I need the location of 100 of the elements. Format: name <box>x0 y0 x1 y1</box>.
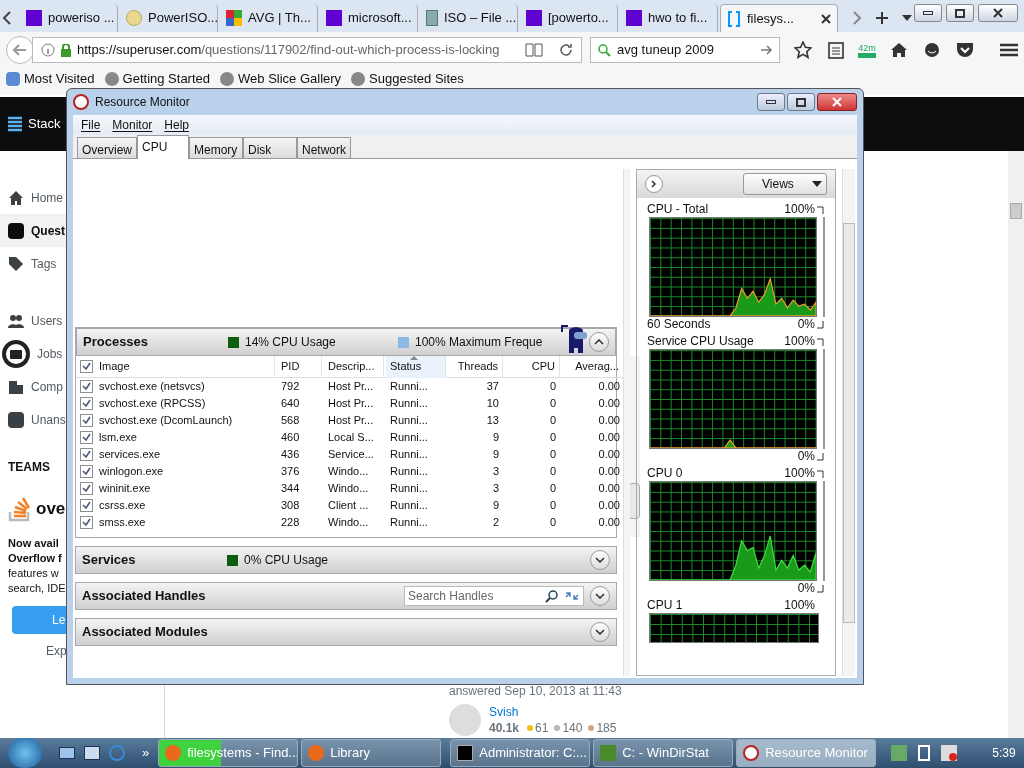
sidebar-link[interactable]: Users <box>0 304 64 337</box>
taskbar-button[interactable]: C: - WinDirStat <box>593 739 734 767</box>
home-icon[interactable] <box>890 42 908 58</box>
section-header[interactable]: Associated Handles Search Handles <box>75 582 617 610</box>
checkbox[interactable] <box>80 465 93 478</box>
taskbar-button[interactable]: Library <box>301 739 442 767</box>
tab[interactable]: Network <box>297 137 352 158</box>
sidebar-link[interactable]: Jobs <box>0 337 64 370</box>
user-link[interactable]: Svish <box>489 704 519 720</box>
plus-icon[interactable] <box>876 12 888 24</box>
close-button[interactable] <box>978 4 1018 22</box>
scroll-left-icon[interactable] <box>2 11 12 25</box>
bookmark-link[interactable]: Web Slice Gallery <box>238 71 342 86</box>
table-cell-text: 0 <box>548 396 557 412</box>
globe-icon <box>220 71 235 86</box>
table-cell-text: Runni... <box>389 447 429 463</box>
sidebar-link[interactable]: Quest <box>0 214 66 247</box>
tab[interactable]: Overview <box>77 137 137 158</box>
taskbar-button[interactable]: Administrator: C:... <box>450 739 591 767</box>
smiley-icon[interactable] <box>924 42 940 58</box>
browser-tab[interactable]: filesys... <box>720 4 838 32</box>
building-icon <box>8 378 24 395</box>
desktop-icon[interactable] <box>59 747 75 759</box>
maximize-button[interactable] <box>787 93 815 111</box>
menu-item[interactable]: Monitor <box>112 116 153 134</box>
menu-icon[interactable] <box>1000 43 1018 57</box>
table-cell-text: svchost.exe (RPCSS) <box>98 396 207 412</box>
clipboard-icon[interactable] <box>828 41 844 59</box>
taskbar-button[interactable]: filesystems - Find... <box>158 739 299 767</box>
close-icon <box>993 8 1003 18</box>
sidebar-link[interactable]: Comp <box>0 370 64 403</box>
bookmark-link[interactable]: Suggested Sites <box>369 71 464 86</box>
table-cell-text: 3 <box>491 481 500 497</box>
checkbox[interactable] <box>80 397 93 410</box>
checkbox[interactable] <box>80 516 93 529</box>
tab[interactable]: Disk <box>243 137 297 158</box>
section-header[interactable]: Processes 14% CPU Usage 100% Maximum Freque <box>76 328 616 356</box>
column-header[interactable]: Status <box>386 355 446 378</box>
answer-date: answered Sep 10, 2013 at 11:43 <box>449 683 622 700</box>
column-header[interactable]: Image <box>95 355 275 378</box>
minimize-button[interactable] <box>914 4 942 22</box>
avatar <box>449 704 481 736</box>
reader-icon[interactable] <box>525 43 543 57</box>
close-button[interactable] <box>817 93 857 111</box>
expand-button[interactable] <box>590 622 610 642</box>
star-icon[interactable] <box>794 41 812 59</box>
search-field[interactable]: Search Handles <box>404 586 584 606</box>
bracket-icon <box>727 10 741 27</box>
collapse-button[interactable] <box>589 332 609 352</box>
table-cell-text: 228 <box>280 515 301 531</box>
table-cell-text: 0 <box>548 430 557 446</box>
menu-item[interactable]: Help <box>164 116 190 134</box>
back-button[interactable] <box>6 36 34 64</box>
menu-item[interactable]: File <box>81 116 101 134</box>
table-cell-text: 0.00 <box>597 515 621 531</box>
caret-icon[interactable] <box>902 15 912 21</box>
scroll-right-icon[interactable] <box>852 11 862 25</box>
views-button[interactable]: Views <box>743 173 827 195</box>
sidebar-link[interactable]: Tags <box>0 247 58 280</box>
briefcase-icon <box>2 339 30 368</box>
tab[interactable]: Memory <box>189 137 243 158</box>
expand-button[interactable] <box>645 175 663 193</box>
minimize-button[interactable] <box>757 93 785 111</box>
table-cell-text: 308 <box>280 498 301 514</box>
address-field[interactable]: https://superuser.com/questions/117902/find-out-which-process-is-locking <box>32 37 582 63</box>
checkbox[interactable] <box>80 380 93 393</box>
expand-button[interactable] <box>590 550 610 570</box>
bookmark-link[interactable]: Getting Started <box>122 71 211 86</box>
checkbox[interactable] <box>80 431 93 444</box>
checkbox[interactable] <box>80 499 93 512</box>
expand-button[interactable] <box>590 586 610 606</box>
bookmark-link[interactable]: Most Visited <box>24 71 95 86</box>
column-header[interactable]: Threads <box>448 355 503 378</box>
section-header[interactable]: Services 0% CPU Usage <box>75 546 617 574</box>
sidebar-link[interactable]: Unans <box>0 403 67 436</box>
tab[interactable]: CPU <box>137 135 189 159</box>
more-icon[interactable]: » <box>142 743 150 763</box>
restore-button[interactable] <box>946 4 974 22</box>
badge-count: 185 <box>596 720 617 736</box>
promo-link[interactable]: Exp <box>46 642 67 660</box>
refresh-icon[interactable] <box>563 589 581 603</box>
chart-title: Service CPU Usage <box>647 334 754 349</box>
start-button[interactable] <box>8 738 42 768</box>
pocket-icon[interactable] <box>956 42 974 58</box>
column-header[interactable]: PID <box>277 355 322 378</box>
table-cell-text: 460 <box>280 430 301 446</box>
checkbox[interactable] <box>80 360 93 373</box>
checkbox[interactable] <box>80 482 93 495</box>
section-header[interactable]: Associated Modules <box>75 618 617 646</box>
arrow-icon[interactable] <box>761 45 773 55</box>
power-icon <box>918 745 931 761</box>
checkbox[interactable] <box>80 448 93 461</box>
search-field[interactable]: avg tuneup 2009 <box>590 37 780 63</box>
reload-icon[interactable] <box>559 43 573 57</box>
column-header[interactable]: Descrip... <box>324 355 384 378</box>
monitor-icon <box>743 745 760 761</box>
sidebar-link[interactable]: Home <box>0 181 64 214</box>
column-header[interactable]: CPU <box>505 355 560 378</box>
checkbox[interactable] <box>80 414 93 427</box>
window-icon[interactable] <box>84 746 100 760</box>
